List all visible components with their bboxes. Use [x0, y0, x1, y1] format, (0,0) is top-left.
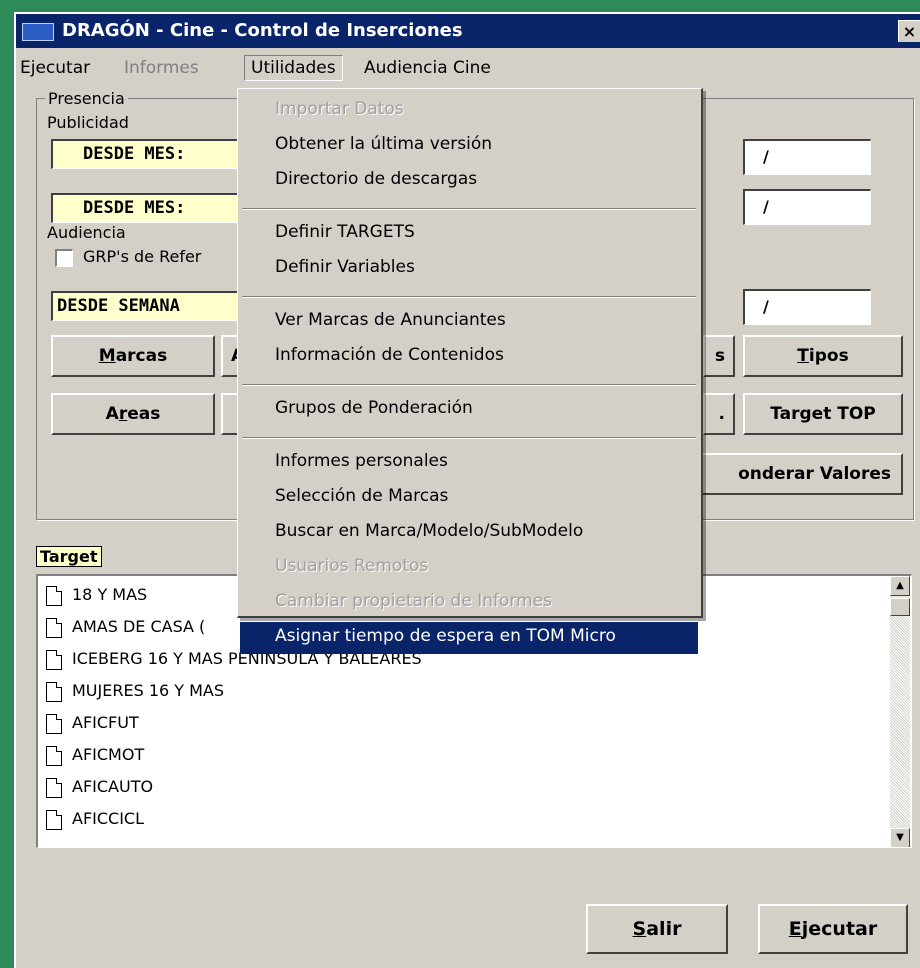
salir-mnemonic: S [632, 918, 647, 940]
list-item-label: AFICFUT [72, 713, 139, 732]
menu-item: Cambiar propietario de Informes [240, 587, 698, 619]
document-icon [46, 714, 62, 734]
menu-informes[interactable]: Informes [124, 58, 199, 78]
salir-button[interactable]: Salir [586, 904, 728, 954]
desde-semana-label: DESDE SEMANA [51, 291, 251, 321]
menu-separator [242, 384, 696, 386]
list-item-label: AFICAUTO [72, 777, 154, 796]
date-field-1[interactable]: / [743, 139, 871, 175]
menu-item-label: Información de Contenidos [275, 345, 504, 365]
document-icon [46, 778, 62, 798]
menu-item: Usuarios Remotos [240, 552, 698, 584]
menu-item-label: Cambiar propietario de Informes [275, 591, 552, 611]
list-item-label: MUJERES 16 Y MAS [72, 681, 225, 700]
document-icon [46, 586, 62, 606]
desde-mes-label-1: DESDE MES: [51, 139, 251, 169]
list-item-label: AFICMOT [72, 745, 145, 764]
marcas-button[interactable]: Marcas [51, 335, 215, 377]
vertical-scrollbar[interactable]: ▲ ▼ [890, 576, 910, 847]
title-bar: DRAGÓN - Cine - Control de Inserciones × [16, 14, 920, 48]
window-title: DRAGÓN - Cine - Control de Inserciones [62, 20, 463, 41]
audiencia-label: Audiencia [47, 223, 126, 242]
menu-item[interactable]: Definir Variables [240, 253, 698, 285]
partial-button-right-1[interactable]: s [703, 335, 735, 377]
target-label: Target [36, 546, 102, 567]
document-icon [46, 618, 62, 638]
areas-text-post: eas [127, 404, 161, 424]
menu-audiencia-cine[interactable]: Audiencia Cine [364, 58, 491, 78]
menu-utilidades[interactable]: Utilidades [244, 55, 343, 81]
menu-separator [242, 208, 696, 210]
menu-item[interactable]: Grupos de Ponderación [240, 394, 698, 426]
document-icon [46, 746, 62, 766]
utilidades-dropdown-menu: Importar Datos Obtener la última versión D… [237, 88, 703, 654]
marcas-mnemonic: M [98, 346, 116, 366]
grp-checkbox[interactable] [55, 249, 73, 267]
ejecutar-mnemonic: E [788, 918, 802, 940]
menu-item[interactable]: Asignar tiempo de espera en TOM Micro [240, 622, 698, 654]
menu-ejecutar[interactable]: Ejecutar [20, 58, 90, 78]
menu-item: Importar Datos [240, 95, 698, 127]
menu-separator [242, 296, 696, 298]
menu-item-label: Buscar en Marca/Modelo/SubModelo [275, 521, 584, 541]
list-item[interactable]: MUJERES 16 Y MAS [42, 676, 911, 708]
menu-item[interactable]: Selección de Marcas [240, 482, 698, 514]
menu-item[interactable]: Directorio de descargas [240, 165, 698, 197]
list-item-label: 18 Y MAS [72, 585, 148, 604]
publicidad-label: Publicidad [47, 113, 129, 132]
menu-item-label: Ver Marcas de Anunciantes [275, 310, 506, 330]
menu-item-label: Obtener la última versión [275, 134, 492, 154]
menu-item-label: Informes personales [275, 451, 448, 471]
ejecutar-button[interactable]: Ejecutar [758, 904, 908, 954]
list-item[interactable]: AFICAUTO [42, 772, 911, 804]
menu-item-label: Usuarios Remotos [275, 556, 429, 576]
marcas-text-post: arcas [115, 346, 168, 366]
menu-item-label: Definir TARGETS [275, 222, 415, 242]
scroll-up-icon[interactable]: ▲ [890, 576, 910, 596]
grp-checkbox-label: GRP's de Refer [83, 247, 202, 266]
menu-bar: Ejecutar Informes Utilidades Audiencia C… [16, 50, 920, 84]
scroll-down-icon[interactable]: ▼ [890, 828, 910, 847]
app-icon [22, 23, 54, 41]
tipos-button[interactable]: Tipos [743, 335, 903, 377]
list-item[interactable]: AFICFUT [42, 708, 911, 740]
date-field-2[interactable]: / [743, 189, 871, 225]
menu-item[interactable]: Obtener la última versión [240, 130, 698, 162]
areas-mnemonic: r [118, 404, 128, 424]
menu-item-label: Asignar tiempo de espera en TOM Micro [275, 626, 616, 646]
list-item-label: AFICCICL [72, 809, 145, 828]
menu-item-label: Importar Datos [275, 99, 404, 119]
list-item-label: AMAS DE CASA ( [72, 617, 206, 636]
document-icon [46, 810, 62, 830]
areas-text-pre: A [105, 404, 119, 424]
menu-separator [242, 437, 696, 439]
areas-button[interactable]: Areas [51, 393, 215, 435]
menu-item[interactable]: Buscar en Marca/Modelo/SubModelo [240, 517, 698, 549]
close-button[interactable]: × [898, 20, 920, 42]
menu-item-label: Definir Variables [275, 257, 415, 277]
target-top-button[interactable]: Target TOP [743, 393, 903, 435]
list-item[interactable]: AFICMOT [42, 740, 911, 772]
desde-mes-label-2: DESDE MES: [51, 193, 251, 223]
list-item[interactable]: AFICCICL [42, 804, 911, 836]
tipos-text-post: ipos [808, 346, 849, 366]
tipos-mnemonic: T [797, 346, 809, 366]
ejecutar-text-post: jecutar [801, 918, 878, 940]
menu-item[interactable]: Ver Marcas de Anunciantes [240, 306, 698, 338]
presencia-legend: Presencia [45, 89, 128, 108]
document-icon [46, 682, 62, 702]
menu-item-label: Directorio de descargas [275, 169, 478, 189]
document-icon [46, 650, 62, 670]
menu-item-label: Grupos de Ponderación [275, 398, 473, 418]
date-field-3[interactable]: / [743, 289, 871, 325]
salir-text-post: alir [646, 918, 682, 940]
menu-item[interactable]: Definir TARGETS [240, 218, 698, 250]
partial-button-right-2[interactable]: . [703, 393, 735, 435]
menu-item[interactable]: Informes personales [240, 447, 698, 479]
scroll-thumb[interactable] [890, 598, 910, 616]
menu-item[interactable]: Información de Contenidos [240, 341, 698, 373]
menu-item-label: Selección de Marcas [275, 486, 449, 506]
